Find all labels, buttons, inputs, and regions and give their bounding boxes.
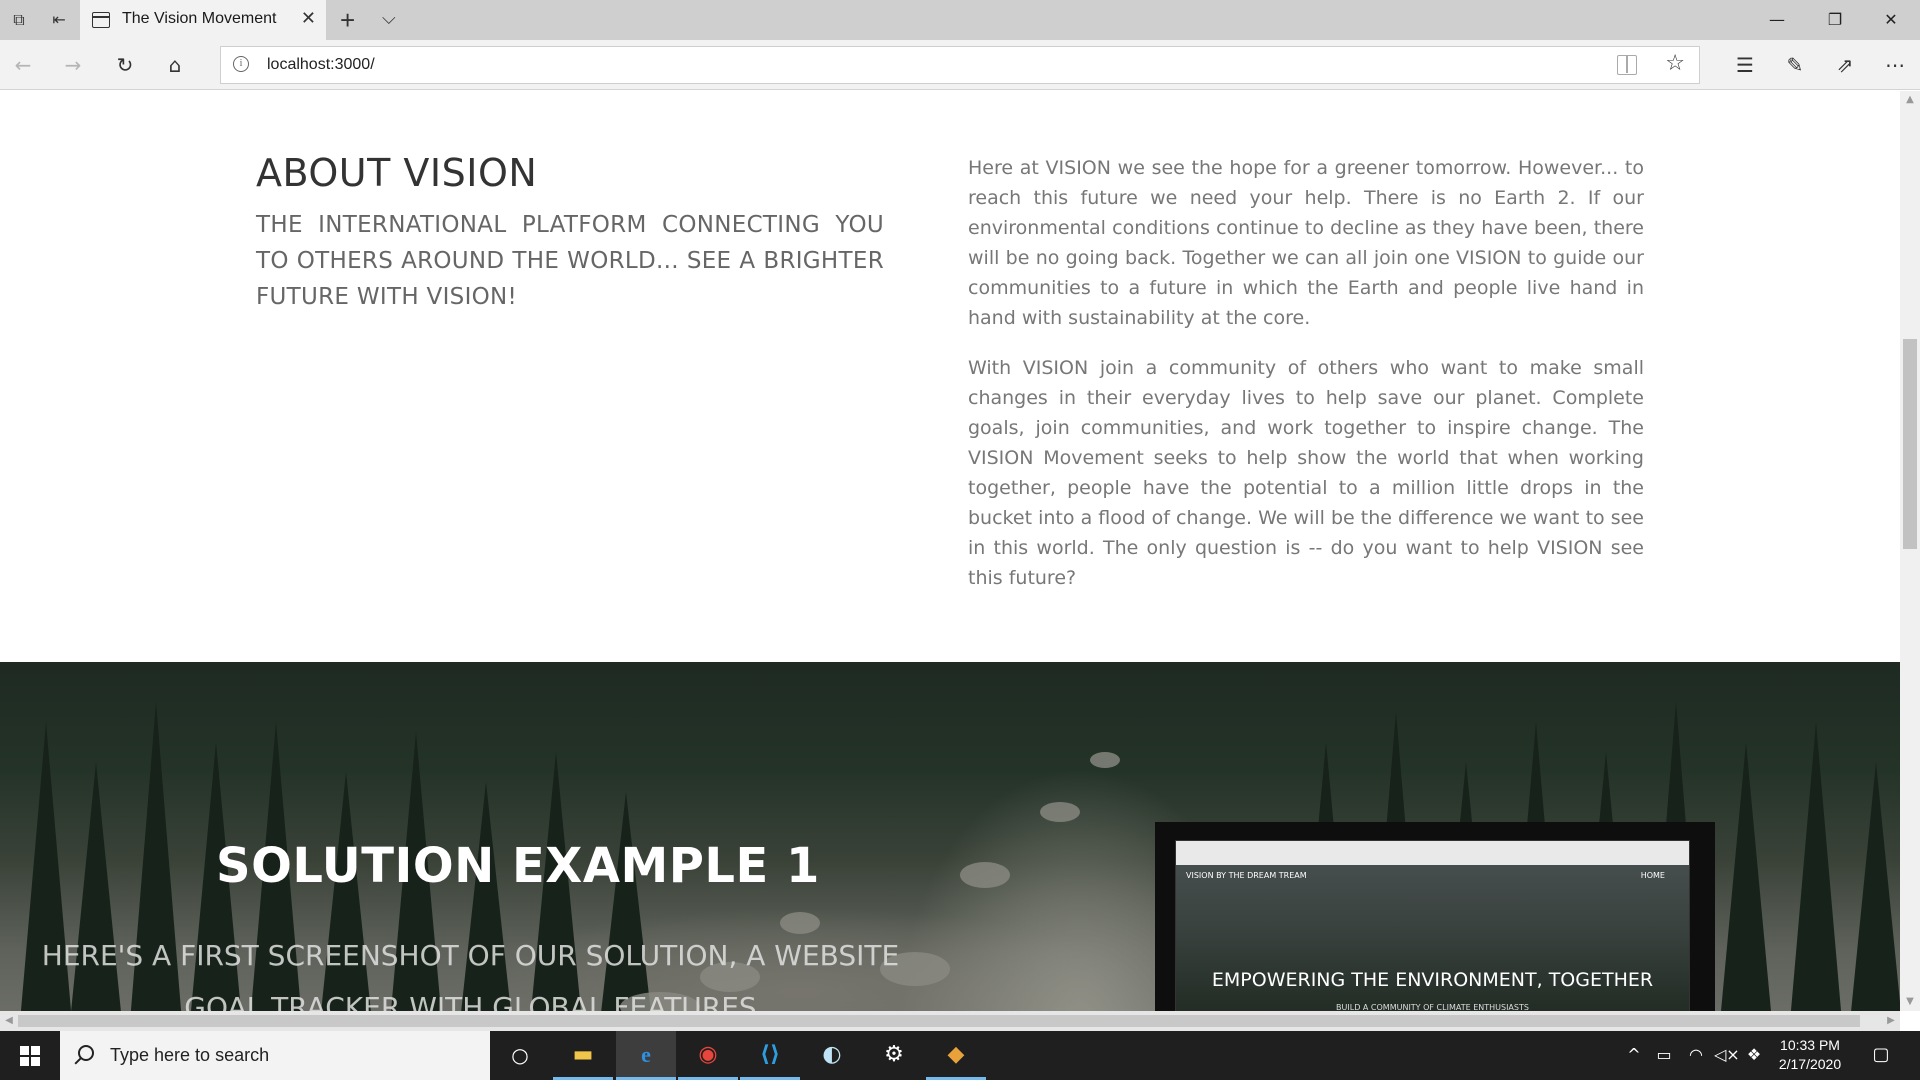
vscode-button[interactable]: ⟨⟩	[740, 1031, 800, 1080]
screenshot-subline: BUILD A COMMUNITY OF CLIMATE ENTHUSIASTS	[1336, 1003, 1529, 1011]
wifi-icon[interactable]: ◠	[1684, 1045, 1708, 1065]
paint-palette-icon: ◐	[822, 1042, 842, 1067]
system-clock[interactable]: 10:33 PM 2/17/2020	[1760, 1036, 1860, 1074]
clock-date: 2/17/2020	[1778, 1056, 1842, 1072]
git-button[interactable]: ◆	[926, 1031, 986, 1080]
screenshot-screen: VISION BY THE DREAM TREAM HOME EMPOWERIN…	[1175, 840, 1690, 1011]
horizontal-scrollbar[interactable]: ◀ ▶	[0, 1011, 1900, 1031]
scroll-left-icon[interactable]: ◀	[0, 1011, 18, 1031]
search-icon	[78, 1045, 94, 1061]
tab-the-vision-movement[interactable]: The Vision Movement ✕	[80, 0, 326, 40]
about-heading-block: ABOUT VISION THE INTERNATIONAL PLATFORM …	[256, 151, 884, 315]
vertical-scroll-thumb[interactable]	[1903, 339, 1917, 549]
clock-time: 10:33 PM	[1780, 1037, 1840, 1053]
taskbar: Type here to search ○ ▬ e ◉ ⟨⟩ ◐ ⚙ ◆ ^ ▭…	[0, 1031, 1920, 1080]
file-explorer-button[interactable]: ▬	[553, 1031, 613, 1080]
volume-muted-icon[interactable]: ◁×	[1714, 1045, 1740, 1065]
url-text[interactable]: localhost:3000/	[267, 56, 375, 74]
about-paragraph: With VISION join a community of others w…	[968, 357, 1644, 589]
paint-button[interactable]: ◐	[802, 1031, 862, 1080]
edge-button[interactable]: e	[616, 1031, 676, 1080]
share-icon[interactable]: ⇗	[1830, 50, 1860, 80]
edge-icon: e	[641, 1042, 651, 1067]
browser-title-bar: ⧉ ⇤ The Vision Movement ✕ + ⌵ — ❐ ✕	[0, 0, 1920, 40]
task-view-icon: ○	[511, 1043, 529, 1067]
chrome-icon: ◉	[698, 1042, 718, 1067]
vscode-icon: ⟨⟩	[759, 1042, 781, 1067]
start-button[interactable]	[0, 1031, 60, 1080]
about-title: ABOUT VISION	[256, 151, 538, 195]
screenshot-browser-bar	[1176, 841, 1689, 865]
forward-icon[interactable]: →	[58, 50, 88, 80]
about-text-block: Here at VISION we see the hope for a gre…	[968, 153, 1644, 613]
show-hidden-icons-icon[interactable]: ^	[1624, 1045, 1644, 1065]
tab-title: The Vision Movement	[122, 10, 277, 27]
more-icon[interactable]: ⋯	[1880, 50, 1910, 80]
settings-button[interactable]: ⚙	[864, 1031, 924, 1080]
pen-icon[interactable]: ✎	[1780, 50, 1810, 80]
reading-view-icon[interactable]	[1617, 55, 1637, 75]
scroll-up-icon[interactable]: ▲	[1900, 91, 1920, 109]
river-rock	[1090, 752, 1120, 768]
river-rock	[1040, 802, 1080, 822]
windows-logo-icon	[20, 1046, 40, 1066]
screenshot-headline: EMPOWERING THE ENVIRONMENT, TOGETHER	[1211, 969, 1654, 991]
horizontal-scroll-thumb[interactable]	[18, 1015, 1860, 1027]
solution-screenshot: VISION BY THE DREAM TREAM HOME EMPOWERIN…	[1155, 822, 1715, 1011]
back-icon[interactable]: ←	[8, 50, 38, 80]
search-placeholder: Type here to search	[110, 1045, 270, 1065]
forest-tree	[1790, 722, 1842, 1011]
git-icon: ◆	[947, 1042, 965, 1067]
navigation-bar: ← → ↻ ⌂ i localhost:3000/ ☆ ☰ ✎ ⇗ ⋯	[0, 40, 1920, 90]
action-center-icon[interactable]: ▢	[1866, 1045, 1896, 1065]
about-paragraph: Here at VISION we see the hope for a gre…	[968, 157, 1644, 329]
favorite-star-icon[interactable]: ☆	[1665, 51, 1685, 76]
restore-icon[interactable]: ❐	[1806, 0, 1864, 40]
river-rock	[960, 862, 1010, 888]
home-icon[interactable]: ⌂	[160, 50, 190, 80]
tabs-aside-icon[interactable]: ⇤	[48, 10, 70, 30]
scroll-right-icon[interactable]: ▶	[1882, 1011, 1900, 1031]
site-info-icon[interactable]: i	[233, 56, 249, 72]
gear-icon: ⚙	[884, 1042, 904, 1067]
screenshot-brand: VISION BY THE DREAM TREAM	[1186, 871, 1307, 880]
close-tab-icon[interactable]: ✕	[301, 9, 316, 29]
solution-subtitle: HERE'S A FIRST SCREENSHOT OF OUR SOLUTIO…	[41, 939, 900, 1011]
vertical-scrollbar[interactable]: ▲ ▼	[1900, 91, 1920, 1011]
solution-title: SOLUTION EXAMPLE 1	[216, 838, 820, 894]
address-bar[interactable]: i localhost:3000/ ☆	[220, 46, 1700, 84]
new-tab-icon[interactable]: +	[340, 6, 355, 34]
task-view-button[interactable]: ○	[490, 1031, 550, 1080]
battery-icon[interactable]: ▭	[1652, 1045, 1676, 1065]
taskbar-search-box[interactable]: Type here to search	[60, 1031, 490, 1080]
favorites-icon[interactable]: ☰	[1730, 50, 1760, 80]
forest-tree	[1850, 762, 1900, 1011]
minimize-icon[interactable]: —	[1748, 0, 1806, 40]
solution-section: SOLUTION EXAMPLE 1 HERE'S A FIRST SCREEN…	[0, 662, 1900, 1011]
refresh-icon[interactable]: ↻	[110, 50, 140, 80]
scroll-down-icon[interactable]: ▼	[1900, 993, 1920, 1011]
forest-tree	[1720, 742, 1772, 1011]
set-tabs-aside-icon[interactable]: ⧉	[8, 10, 30, 30]
page-viewport: ABOUT VISION THE INTERNATIONAL PLATFORM …	[0, 91, 1900, 1011]
folder-icon: ▬	[572, 1042, 594, 1067]
about-subtitle: THE INTERNATIONAL PLATFORM CONNECTING YO…	[256, 212, 884, 310]
chevron-down-icon[interactable]: ⌵	[382, 8, 396, 29]
chrome-button[interactable]: ◉	[678, 1031, 738, 1080]
close-window-icon[interactable]: ✕	[1862, 0, 1920, 40]
screenshot-nav-home: HOME	[1640, 871, 1665, 880]
page-icon	[92, 12, 110, 28]
